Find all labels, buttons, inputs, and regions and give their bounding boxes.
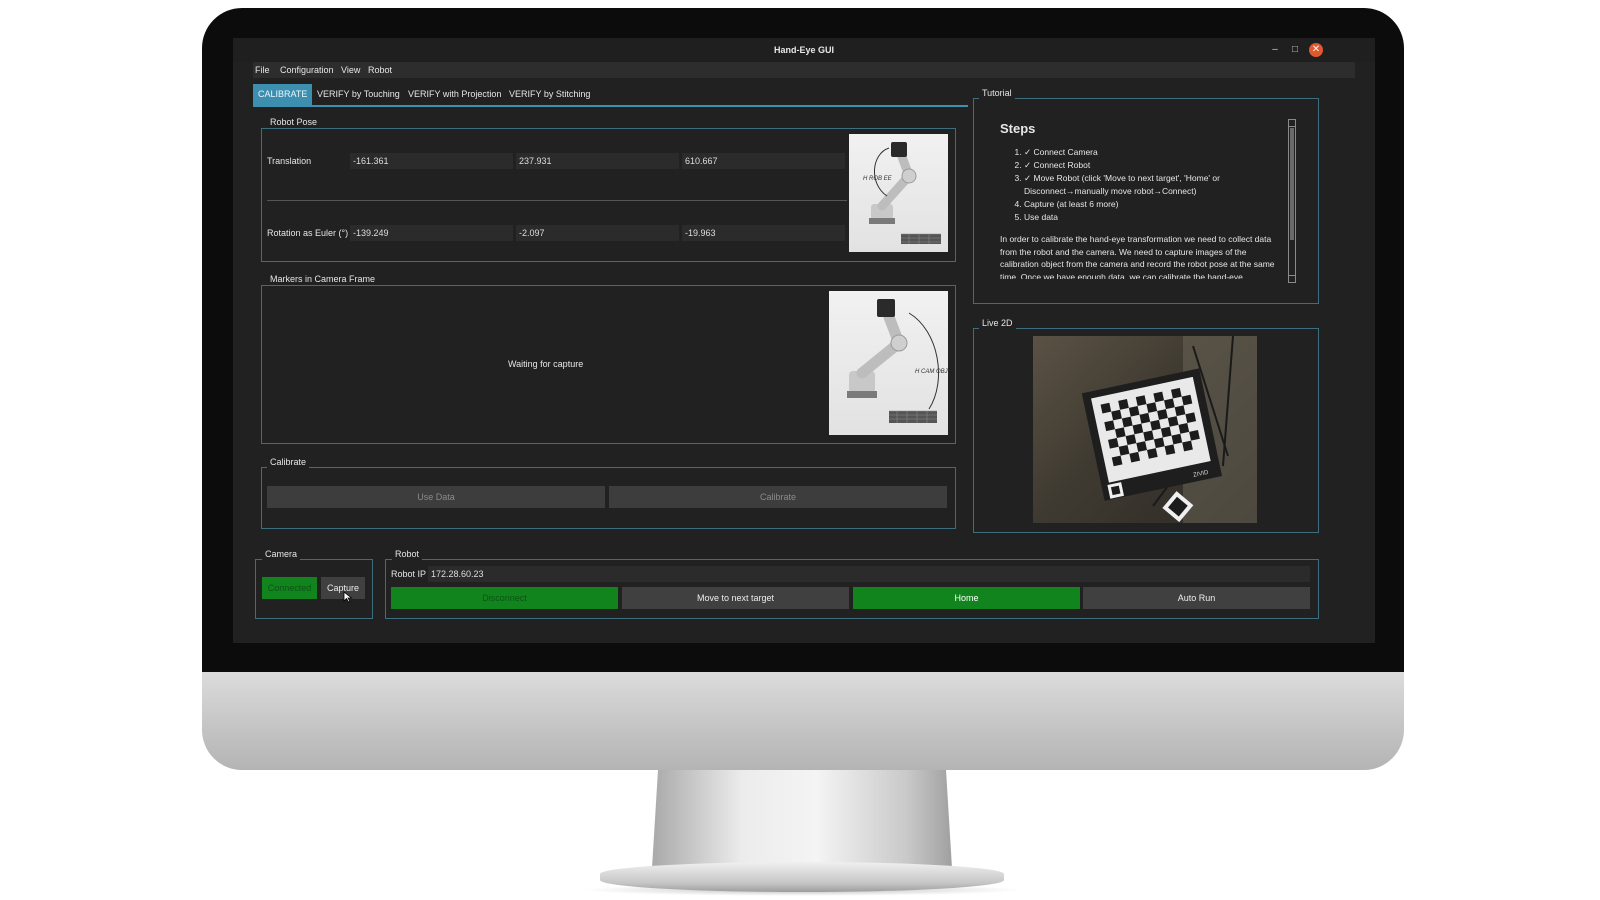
calibration-board-svg: ZIVID [1081, 336, 1257, 523]
waiting-status: Waiting for capture [508, 359, 584, 369]
translation-x-field[interactable]: -161.361 [350, 153, 513, 169]
monitor-stand-base [600, 862, 1004, 892]
robot-arm-svg-2 [847, 299, 940, 423]
robot-pose-label: Robot Pose [267, 116, 321, 128]
tutorial-scrollbar[interactable] [1288, 119, 1296, 283]
tab-calibrate[interactable]: CALIBRATE [253, 84, 313, 105]
markers-label: Markers in Camera Frame [267, 273, 379, 285]
tab-underline [253, 105, 968, 107]
step-item: ✓ Move Robot (click 'Move to next target… [1024, 172, 1278, 198]
home-button[interactable]: Home [853, 587, 1080, 609]
close-icon[interactable]: ✕ [1309, 43, 1323, 57]
step-item: Capture (at least 6 more) [1024, 198, 1278, 211]
h-cam-obj-label: H CAM OBJ [915, 369, 948, 375]
steps-list: ✓ Connect Camera ✓ Connect Robot ✓ Move … [1000, 146, 1278, 224]
monitor-stand-neck [652, 770, 952, 868]
tab-verify-stitching[interactable]: VERIFY by Stitching [504, 84, 595, 105]
step-item: ✓ Connect Robot [1024, 159, 1278, 172]
tab-verify-touching[interactable]: VERIFY by Touching [312, 84, 405, 105]
app-window: Hand-Eye GUI – □ ✕ File Configuration Vi… [233, 38, 1375, 643]
scrollbar-thumb[interactable] [1290, 128, 1294, 240]
monitor-chin [202, 672, 1404, 770]
rotation-x-field[interactable]: -139.249 [350, 225, 513, 241]
h-rob-ee-label: H ROB EE [863, 176, 892, 182]
minimize-icon[interactable]: – [1268, 43, 1282, 57]
tutorial-group: Steps ✓ Connect Camera ✓ Connect Robot ✓… [973, 98, 1319, 304]
menu-view[interactable]: View [341, 62, 360, 78]
calibrate-label: Calibrate [267, 456, 310, 468]
translation-y-field[interactable]: 237.931 [516, 153, 679, 169]
tutorial-paragraph: In order to calibrate the hand-eye trans… [1000, 234, 1275, 279]
menu-robot[interactable]: Robot [368, 62, 392, 78]
calibrate-button[interactable]: Calibrate [609, 486, 947, 508]
camera-label: Camera [262, 548, 301, 560]
window-title: Hand-Eye GUI [773, 45, 834, 55]
robot-pose-illustration: H ROB EE [849, 134, 948, 252]
scroll-up-icon[interactable] [1289, 120, 1295, 127]
live2d-label: Live 2D [979, 317, 1016, 329]
menu-file[interactable]: File [255, 62, 270, 78]
steps-heading: Steps [1000, 121, 1036, 136]
robot-label: Robot [392, 548, 423, 560]
translation-label: Translation [267, 156, 312, 166]
live-camera-image: ZIVID [1033, 336, 1257, 523]
connected-button[interactable]: Connected [262, 577, 317, 599]
robot-arm-svg [869, 142, 941, 244]
rotation-label: Rotation as Euler (°) [267, 228, 349, 238]
auto-run-button[interactable]: Auto Run [1083, 587, 1310, 609]
tutorial-label: Tutorial [979, 87, 1015, 99]
robot-ip-label: Robot IP [391, 569, 427, 579]
step-item: ✓ Connect Camera [1024, 146, 1278, 159]
tab-verify-projection[interactable]: VERIFY with Projection [403, 84, 506, 105]
pose-divider [267, 200, 847, 201]
maximize-icon[interactable]: □ [1288, 43, 1302, 57]
step-item: Use data [1024, 211, 1278, 224]
rotation-y-field[interactable]: -2.097 [516, 225, 679, 241]
disconnect-button[interactable]: Disconnect [391, 587, 618, 609]
tutorial-content: Steps ✓ Connect Camera ✓ Connect Robot ✓… [1000, 121, 1278, 279]
menu-bar: File Configuration View Robot [253, 62, 1355, 78]
menu-configuration[interactable]: Configuration [280, 62, 334, 78]
mouse-cursor-icon [343, 591, 353, 603]
robot-ip-input[interactable]: 172.28.60.23 [428, 566, 1310, 582]
translation-z-field[interactable]: 610.667 [682, 153, 845, 169]
rotation-z-field[interactable]: -19.963 [682, 225, 845, 241]
move-next-target-button[interactable]: Move to next target [622, 587, 849, 609]
markers-illustration: H CAM OBJ [829, 291, 948, 435]
use-data-button[interactable]: Use Data [267, 486, 605, 508]
scroll-down-icon[interactable] [1289, 275, 1295, 282]
